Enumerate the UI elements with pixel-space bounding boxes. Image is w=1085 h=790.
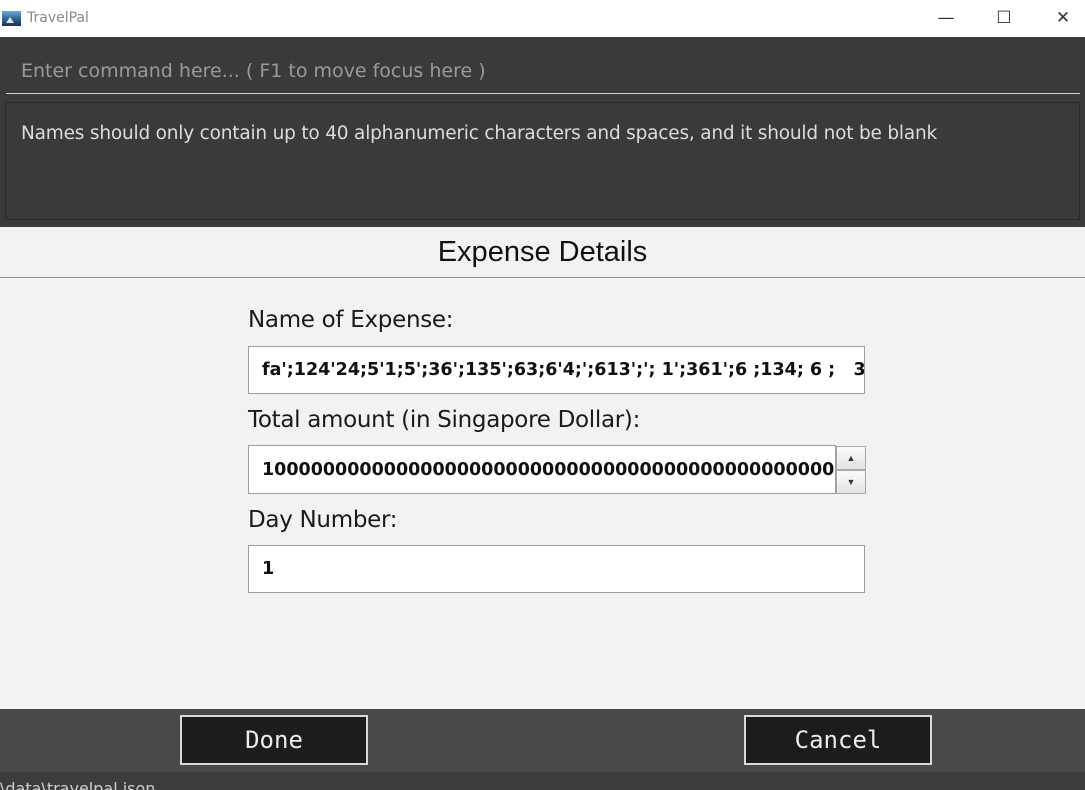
minimize-button[interactable]: —: [917, 0, 975, 37]
day-number-field[interactable]: [248, 545, 865, 593]
close-button[interactable]: ✕: [1034, 0, 1085, 37]
expense-name-field[interactable]: [248, 346, 865, 394]
result-display: Names should only contain up to 40 alpha…: [5, 102, 1080, 220]
data-file-path: \data\travelpal.json: [0, 779, 156, 790]
command-area: Names should only contain up to 40 alpha…: [0, 37, 1085, 227]
amount-spinner-field[interactable]: 1000000000000000000000000000000000000000…: [248, 445, 836, 494]
title-bar: TravelPal — ☐ ✕: [0, 0, 1085, 37]
done-button[interactable]: Done: [180, 715, 368, 765]
amount-value: 1000000000000000000000000000000000000000…: [262, 460, 835, 480]
chevron-down-icon: ▼: [846, 477, 856, 487]
page-title: Expense Details: [437, 236, 648, 268]
result-message: Names should only contain up to 40 alpha…: [21, 123, 938, 144]
cancel-button[interactable]: Cancel: [744, 715, 932, 765]
expense-details-header: Expense Details: [0, 227, 1085, 278]
decrement-button[interactable]: ▼: [836, 470, 866, 494]
action-bar: Done Cancel: [0, 709, 1085, 772]
increment-button[interactable]: ▲: [836, 446, 866, 470]
chevron-up-icon: ▲: [846, 453, 856, 463]
name-label: Name of Expense:: [248, 307, 454, 333]
app-icon: [2, 11, 21, 26]
maximize-button[interactable]: ☐: [975, 0, 1033, 37]
command-input[interactable]: [6, 49, 1080, 94]
status-bar: \data\travelpal.json: [0, 772, 1085, 790]
window-title: TravelPal: [27, 10, 89, 26]
amount-label: Total amount (in Singapore Dollar):: [248, 407, 641, 433]
day-label: Day Number:: [248, 507, 398, 533]
